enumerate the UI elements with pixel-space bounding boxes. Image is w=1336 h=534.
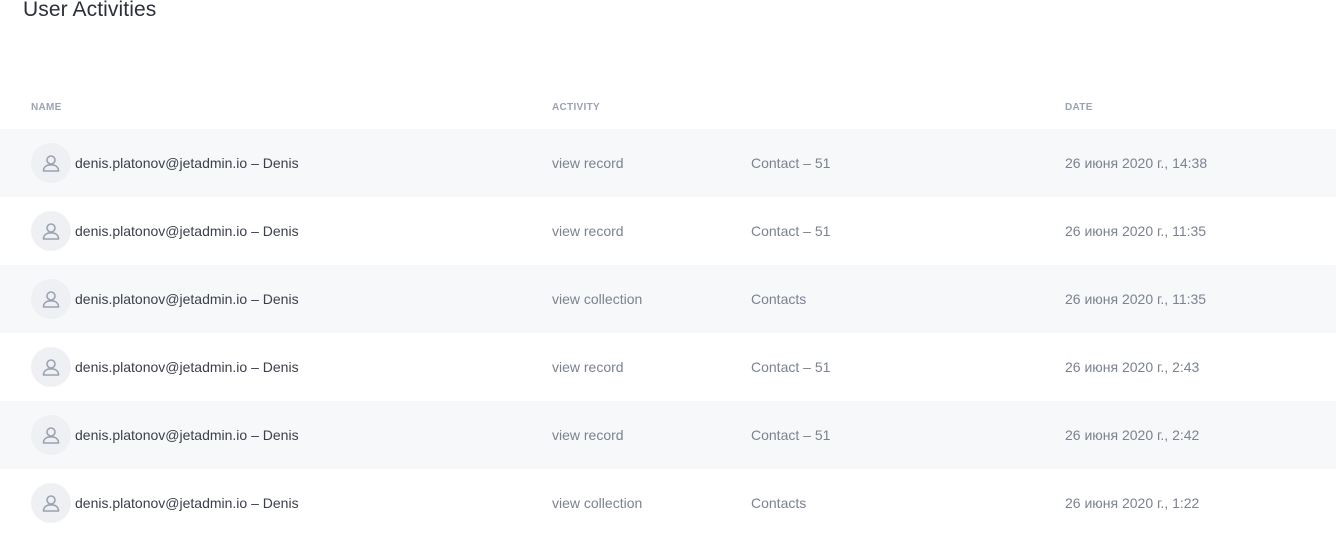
user-name: denis.platonov@jetadmin.io – Denis [75,291,299,307]
user-activities-page: User Activities NAME ACTIVITY DATE denis… [0,0,1336,534]
activity-date: 26 июня 2020 г., 1:22 [1065,495,1200,511]
table-row[interactable]: denis.platonov@jetadmin.io – Denis view … [0,265,1336,333]
table-row[interactable]: denis.platonov@jetadmin.io – Denis view … [0,469,1336,534]
page-title: User Activities [23,0,157,21]
activity-object: Contact – 51 [751,223,831,239]
avatar [31,279,71,319]
user-icon [42,223,60,240]
activity-date: 26 июня 2020 г., 2:43 [1065,359,1200,375]
user-icon [42,291,60,308]
activity-type: view record [552,427,624,443]
table-row[interactable]: denis.platonov@jetadmin.io – Denis view … [0,401,1336,469]
activity-object: Contact – 51 [751,359,831,375]
activity-date: 26 июня 2020 г., 11:35 [1065,291,1207,307]
activity-date: 26 июня 2020 г., 14:38 [1065,155,1208,171]
activity-type: view record [552,223,624,239]
table-row[interactable]: denis.platonov@jetadmin.io – Denis view … [0,129,1336,197]
table-header: NAME ACTIVITY DATE [0,96,1336,129]
activity-object: Contact – 51 [751,427,831,443]
activity-date: 26 июня 2020 г., 11:35 [1065,223,1207,239]
table-row[interactable]: denis.platonov@jetadmin.io – Denis view … [0,333,1336,401]
avatar [31,483,71,523]
user-name: denis.platonov@jetadmin.io – Denis [75,495,299,511]
column-header-date[interactable]: DATE [1065,102,1093,113]
avatar [31,211,71,251]
activity-object: Contacts [751,291,807,307]
column-header-name[interactable]: NAME [31,102,62,113]
activity-type: view record [552,359,624,375]
column-header-activity[interactable]: ACTIVITY [552,102,600,113]
avatar [31,347,71,387]
user-name: denis.platonov@jetadmin.io – Denis [75,427,299,443]
activity-type: view collection [552,495,643,511]
activity-type: view collection [552,291,643,307]
activity-date: 26 июня 2020 г., 2:42 [1065,427,1200,443]
avatar [31,143,71,183]
activity-object: Contact – 51 [751,155,831,171]
user-icon [42,427,60,444]
user-name: denis.platonov@jetadmin.io – Denis [75,155,299,171]
avatar [31,415,71,455]
activity-type: view record [552,155,624,171]
user-name: denis.platonov@jetadmin.io – Denis [75,359,299,375]
user-icon [42,495,60,512]
activities-table: NAME ACTIVITY DATE denis.platonov@jetadm… [0,96,1336,534]
user-name: denis.platonov@jetadmin.io – Denis [75,223,299,239]
activity-object: Contacts [751,495,807,511]
user-icon [42,155,60,172]
table-row[interactable]: denis.platonov@jetadmin.io – Denis view … [0,197,1336,265]
user-icon [42,359,60,376]
